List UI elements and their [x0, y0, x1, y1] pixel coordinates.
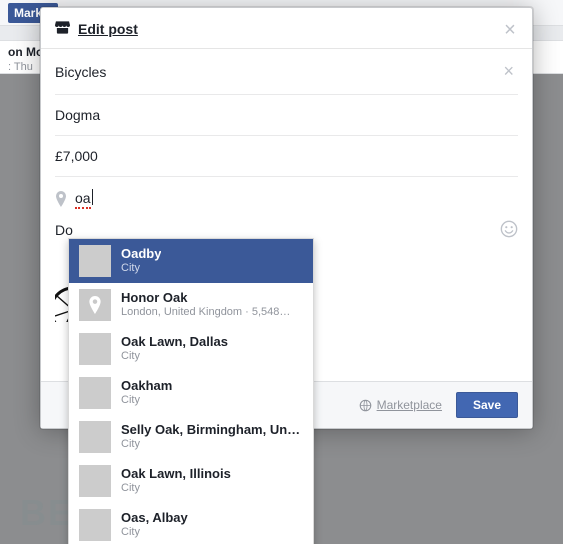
text-caret	[92, 189, 93, 205]
subtitle-input[interactable]	[55, 107, 518, 123]
subtitle-field	[55, 95, 518, 136]
save-button[interactable]: Save	[456, 392, 518, 418]
suggestion-subtitle: City	[121, 262, 161, 276]
modal-header: Edit post ×	[41, 8, 532, 49]
suggestion-text: OadbyCity	[121, 246, 161, 276]
suggestion-title: Oak Lawn, Dallas	[121, 334, 228, 350]
location-input[interactable]: oa	[75, 189, 93, 206]
bg-strip-sub: : Thu	[8, 61, 33, 73]
suggestion-thumbnail	[79, 245, 111, 277]
suggestion-subtitle: City	[121, 394, 172, 408]
suggestion-text: Oas, AlbayCity	[121, 510, 188, 540]
suggestion-item[interactable]: OadbyCity	[69, 239, 313, 283]
suggestion-thumbnail	[79, 289, 111, 321]
suggestion-item[interactable]: Oak Lawn, DallasCity	[69, 327, 313, 371]
suggestion-text: Selly Oak, Birmingham, Unite…City	[121, 422, 303, 452]
modal-title: Edit post	[78, 21, 138, 37]
suggestion-subtitle: City	[121, 350, 228, 364]
suggestion-subtitle: City	[121, 438, 303, 452]
pin-icon	[55, 191, 69, 205]
location-suggestions-dropdown: OadbyCityHonor OakLondon, United Kingdom…	[68, 238, 314, 544]
marketplace-link[interactable]: Marketplace	[359, 398, 442, 412]
suggestion-thumbnail	[79, 509, 111, 541]
suggestion-subtitle: London, United Kingdom · 5,548…	[121, 306, 290, 320]
shop-icon	[55, 20, 70, 37]
suggestion-item[interactable]: Selly Oak, Birmingham, Unite…City	[69, 415, 313, 459]
location-field: oa	[55, 177, 518, 212]
suggestion-title: Honor Oak	[121, 290, 290, 306]
suggestion-item[interactable]: Oas, AlbayCity	[69, 503, 313, 544]
suggestion-text: OakhamCity	[121, 378, 172, 408]
description-text[interactable]: Do	[55, 222, 73, 238]
title-input[interactable]	[55, 64, 499, 80]
suggestion-thumbnail	[79, 421, 111, 453]
clear-title-icon[interactable]: ×	[499, 61, 518, 82]
suggestion-title: Oak Lawn, Illinois	[121, 466, 231, 482]
suggestion-subtitle: City	[121, 482, 231, 496]
emoji-icon[interactable]	[500, 220, 518, 238]
suggestion-text: Oak Lawn, IllinoisCity	[121, 466, 231, 496]
price-input[interactable]	[55, 148, 518, 164]
suggestion-thumbnail	[79, 377, 111, 409]
price-field	[55, 136, 518, 177]
suggestion-title: Oakham	[121, 378, 172, 394]
description-row: Do	[55, 212, 518, 238]
suggestion-thumbnail	[79, 465, 111, 497]
title-field: ×	[55, 49, 518, 95]
globe-icon	[359, 399, 372, 412]
suggestion-thumbnail	[79, 333, 111, 365]
suggestion-title: Selly Oak, Birmingham, Unite…	[121, 422, 303, 438]
bg-strip-title: on Mo	[8, 45, 43, 59]
suggestion-text: Oak Lawn, DallasCity	[121, 334, 228, 364]
suggestion-item[interactable]: OakhamCity	[69, 371, 313, 415]
suggestion-item[interactable]: Honor OakLondon, United Kingdom · 5,548…	[69, 283, 313, 327]
suggestion-title: Oas, Albay	[121, 510, 188, 526]
marketplace-label: Marketplace	[377, 398, 442, 412]
close-icon[interactable]: ×	[500, 20, 520, 40]
location-value: oa	[75, 190, 91, 209]
suggestion-text: Honor OakLondon, United Kingdom · 5,548…	[121, 290, 290, 320]
suggestion-title: Oadby	[121, 246, 161, 262]
suggestion-subtitle: City	[121, 526, 188, 540]
suggestion-item[interactable]: Oak Lawn, IllinoisCity	[69, 459, 313, 503]
